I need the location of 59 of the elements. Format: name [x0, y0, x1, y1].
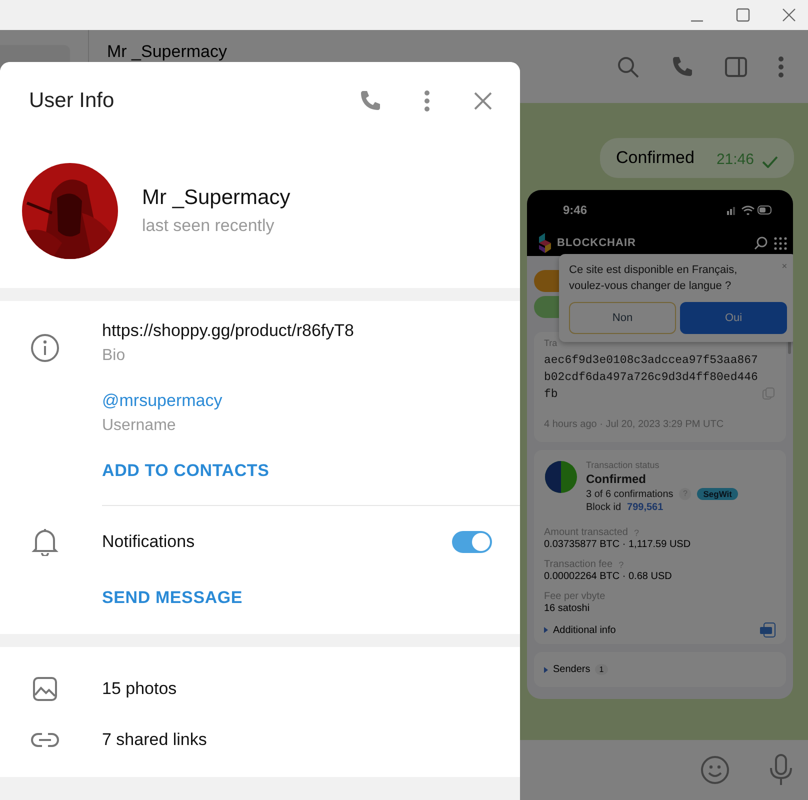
link-icon [30, 732, 60, 748]
close-icon[interactable] [782, 8, 796, 22]
search-icon[interactable] [754, 236, 768, 250]
notifications-label: Notifications [102, 532, 196, 552]
field-value: 0.00002264 BTC · 0.68 USD [544, 571, 673, 582]
help-mark[interactable]: ? [634, 528, 639, 538]
bio-text: https://shoppy.gg/product/r86fyT8 [102, 321, 354, 341]
screenshot-image[interactable] [527, 190, 793, 699]
username-link[interactable]: @mrsupermacy [102, 391, 354, 411]
confirmations-text: 3 of 6 confirmations [586, 488, 674, 500]
microphone-icon[interactable] [768, 754, 794, 786]
popup-button[interactable]: Non [569, 302, 676, 334]
segwit-tag: SegWit [697, 488, 738, 500]
media-link[interactable]: 7 shared links [102, 730, 207, 750]
expand-icon[interactable] [544, 627, 548, 633]
document-icon[interactable] [760, 622, 776, 638]
panel-title: User Info [29, 89, 114, 113]
info-icon [30, 333, 60, 363]
phone-icon[interactable] [358, 89, 382, 113]
field-label: Username [102, 417, 177, 435]
popup-text: Ce site est disponible en Français, voulez-vous changer de langue ? [569, 263, 738, 294]
brand-name: BLOCKCHAIR [557, 237, 636, 249]
logo-icon [539, 233, 551, 253]
user-name: Mr _Supermacy [142, 186, 290, 210]
message-text: Confirmed [616, 148, 694, 168]
status-value: Confirmed [586, 472, 647, 486]
media-link[interactable]: 15 photos [102, 678, 177, 698]
send-message-button[interactable]: SEND MESSAGE [102, 588, 243, 608]
expander-label[interactable]: Senders [553, 664, 590, 675]
photo-icon [30, 676, 60, 702]
phone-clock: 9:46 [563, 203, 588, 217]
message-time: 21:46 [716, 151, 754, 168]
status-icons [727, 205, 773, 215]
bell-icon [30, 528, 60, 556]
more-icon[interactable] [778, 54, 784, 78]
emoji-icon[interactable] [700, 755, 730, 785]
sidebar-icon[interactable] [724, 54, 748, 78]
grid-icon[interactable] [774, 236, 787, 250]
close-icon[interactable] [474, 92, 492, 110]
block-link[interactable]: 799,561 [627, 502, 664, 513]
count-badge: 1 [595, 664, 608, 675]
last-seen-status: last seen recently [142, 216, 276, 236]
expander-label[interactable]: Additional info [553, 624, 616, 636]
notifications-toggle[interactable] [452, 531, 492, 553]
maximize-icon[interactable] [736, 8, 750, 22]
field-label: Block id [586, 502, 622, 513]
close-icon[interactable] [782, 262, 787, 270]
help-mark[interactable]: ? [618, 560, 624, 570]
pie-icon [544, 460, 578, 494]
field-value: 0.03735877 BTC · 1,117.59 USD [544, 539, 692, 550]
field-label: Bio [102, 347, 126, 365]
popup-button[interactable]: Oui [680, 302, 787, 334]
add-to-contacts-button[interactable]: ADD TO CONTACTS [102, 461, 270, 481]
field-value: 16 satoshi [544, 603, 591, 614]
phone-icon[interactable] [670, 54, 694, 78]
transaction-hash: aec6f9d3e0108c3adccea97f53aa867b02cdf6da497a726c9d3d4ff80ed446fb [544, 353, 758, 403]
expand-icon[interactable] [544, 666, 548, 672]
search-icon[interactable] [616, 54, 640, 78]
more-icon[interactable] [424, 90, 430, 112]
